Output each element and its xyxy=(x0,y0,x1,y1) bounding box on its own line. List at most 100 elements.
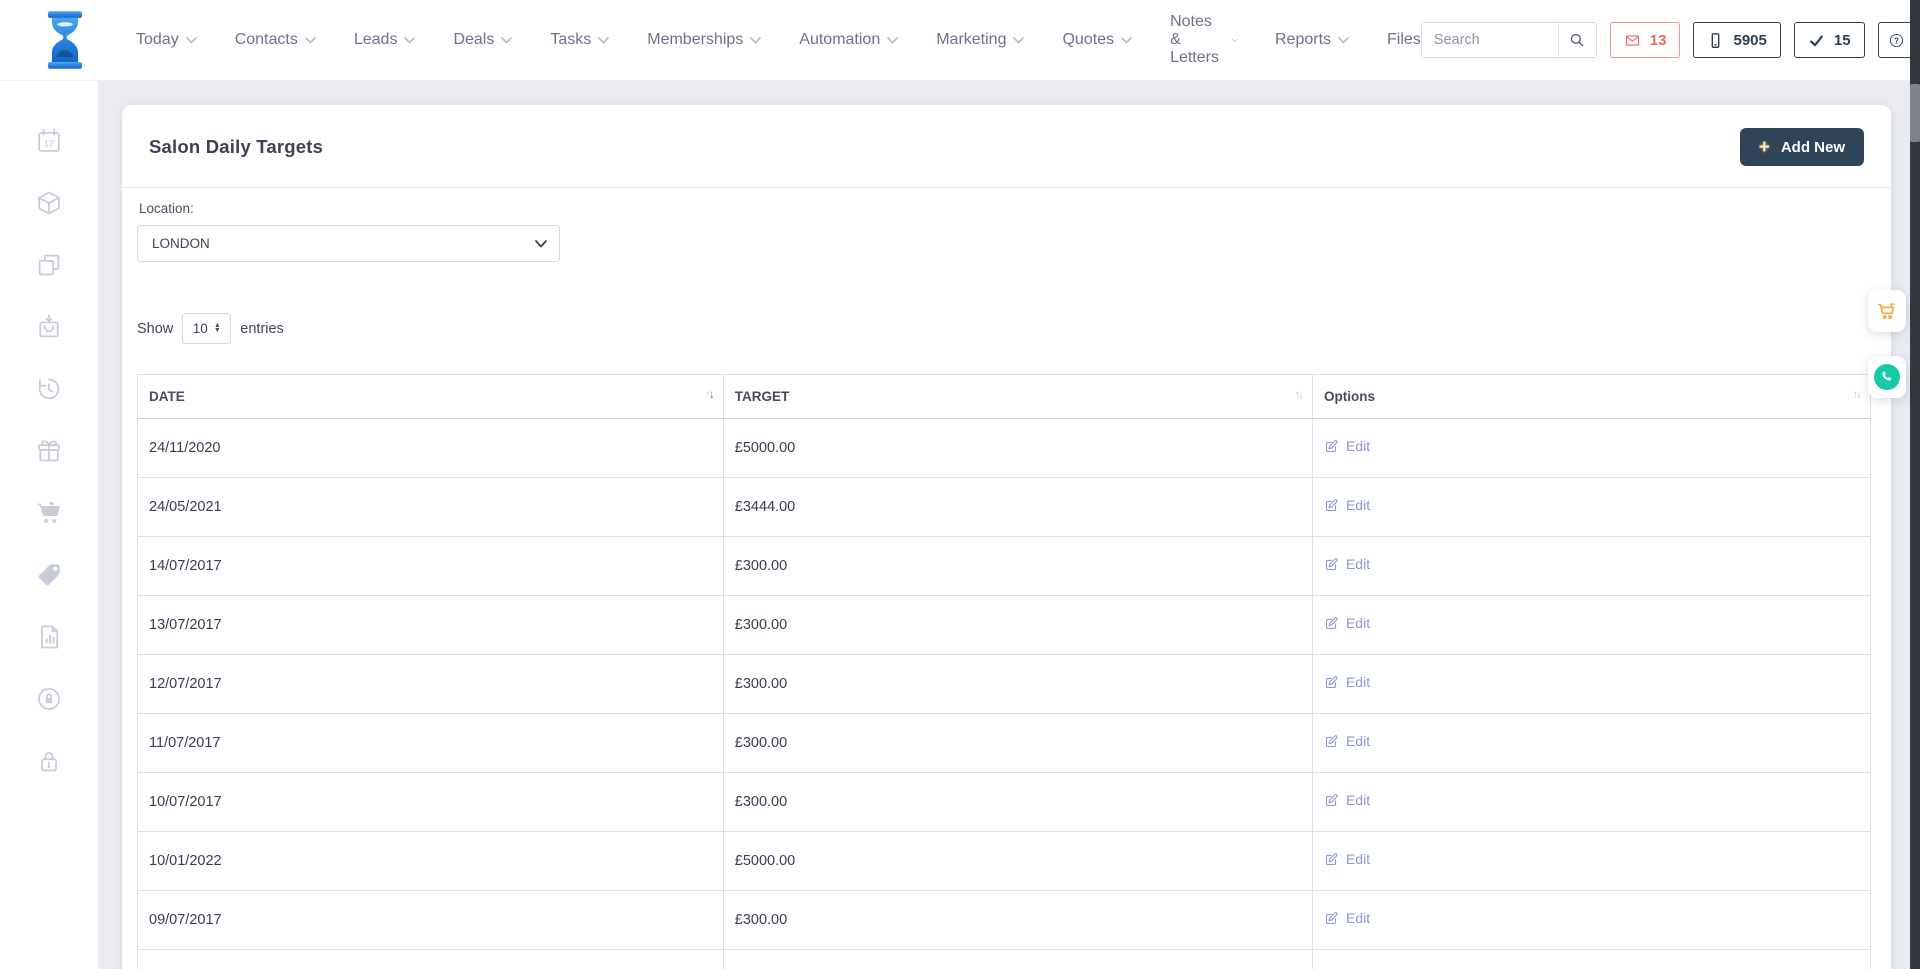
page-title: Salon Daily Targets xyxy=(149,136,323,158)
target-cell: £5000.00 xyxy=(723,950,1312,969)
edit-link[interactable]: Edit xyxy=(1324,556,1370,572)
options-cell: Edit xyxy=(1312,419,1870,478)
nav-item-tasks[interactable]: Tasks xyxy=(550,31,609,49)
tasks-badge[interactable]: 15 xyxy=(1794,22,1865,58)
targets-table-body: 24/11/2020 £5000.00 Edit 24/05/2021 £344… xyxy=(138,419,1871,969)
app-logo-icon xyxy=(44,10,86,70)
date-cell: 10/07/2017 xyxy=(138,773,724,832)
chevron-down-icon xyxy=(186,37,197,44)
table-row: 24/11/2020 £5000.00 Edit xyxy=(138,419,1871,478)
package-icon[interactable] xyxy=(35,189,63,217)
column-header-date[interactable]: DATE ↑↓ xyxy=(138,375,724,419)
account-lock-icon[interactable] xyxy=(35,685,63,713)
edit-link[interactable]: Edit xyxy=(1324,615,1370,631)
shopping-bag-icon[interactable] xyxy=(35,313,63,341)
chevron-down-icon xyxy=(1338,37,1349,44)
mail-badge[interactable]: 13 xyxy=(1610,22,1681,58)
location-select-wrap: LONDON xyxy=(137,225,560,262)
edit-icon xyxy=(1324,793,1339,808)
cart-icon[interactable] xyxy=(35,499,63,527)
edit-link[interactable]: Edit xyxy=(1324,733,1370,749)
nav-item-leads[interactable]: Leads xyxy=(354,31,416,49)
page-scrollbar[interactable] xyxy=(1910,0,1920,969)
nav-item-notes-letters[interactable]: Notes & Letters xyxy=(1170,13,1237,67)
date-cell: 12/07/2017 xyxy=(138,655,724,714)
cart-icon xyxy=(1876,300,1898,322)
svg-text:12: 12 xyxy=(44,138,54,148)
calendar-icon[interactable]: 12 xyxy=(35,127,63,155)
mail-icon xyxy=(1624,32,1641,49)
nav-item-files[interactable]: Files xyxy=(1387,31,1421,49)
options-cell: Edit xyxy=(1312,950,1870,969)
target-cell: £300.00 xyxy=(723,596,1312,655)
column-header-options[interactable]: Options ↑↓ xyxy=(1312,375,1870,419)
copy-icon[interactable] xyxy=(35,251,63,279)
nav-item-memberships[interactable]: Memberships xyxy=(647,31,761,49)
top-header: Today Contacts Leads Deals Tasks Members… xyxy=(0,0,1910,81)
edit-link[interactable]: Edit xyxy=(1324,438,1370,454)
svg-text:?: ? xyxy=(1894,36,1899,45)
date-cell: 24/11/2020 xyxy=(138,419,724,478)
nav-item-contacts[interactable]: Contacts xyxy=(235,31,316,49)
add-new-button[interactable]: + Add New xyxy=(1740,128,1864,166)
tag-icon[interactable] xyxy=(35,561,63,589)
header-actions: 13 5905 15 ? LONDON SUPPORT xyxy=(1421,18,1920,62)
chevron-down-icon xyxy=(305,37,316,44)
phone-badge[interactable]: 5905 xyxy=(1693,22,1780,58)
nav-item-automation[interactable]: Automation xyxy=(799,31,898,49)
nav-item-reports[interactable]: Reports xyxy=(1275,31,1349,49)
search-input[interactable] xyxy=(1422,23,1558,57)
scrollbar-thumb[interactable] xyxy=(1910,84,1920,142)
edit-link[interactable]: Edit xyxy=(1324,910,1370,926)
target-cell: £3444.00 xyxy=(723,478,1312,537)
options-cell: Edit xyxy=(1312,832,1870,891)
edit-link[interactable]: Edit xyxy=(1324,497,1370,513)
phone-icon xyxy=(1874,364,1900,390)
edit-icon xyxy=(1324,439,1339,454)
mail-count: 13 xyxy=(1650,32,1667,49)
table-row: 12/07/2017 £300.00 Edit xyxy=(138,655,1871,714)
nav-item-today[interactable]: Today xyxy=(136,31,197,49)
table-row: 10/07/2017 £300.00 Edit xyxy=(138,773,1871,832)
table-row: 24/05/2021 £3444.00 Edit xyxy=(138,478,1871,537)
gift-icon[interactable] xyxy=(35,437,63,465)
edit-link[interactable]: Edit xyxy=(1324,674,1370,690)
help-icon: ? xyxy=(1888,32,1905,49)
chevron-down-icon xyxy=(501,37,512,44)
lock-icon[interactable] xyxy=(35,747,63,775)
floating-cart-button[interactable] xyxy=(1868,290,1906,332)
column-header-target[interactable]: TARGET ↑↓ xyxy=(723,375,1312,419)
edit-icon xyxy=(1324,616,1339,631)
floating-phone-button[interactable] xyxy=(1868,356,1906,398)
date-cell: 24/05/2021 xyxy=(138,478,724,537)
entries-select[interactable]: 10 ▲▼ xyxy=(182,313,231,344)
nav-item-deals[interactable]: Deals xyxy=(453,31,512,49)
salon-daily-targets-card: Salon Daily Targets + Add New Location: … xyxy=(122,105,1891,969)
target-cell: £300.00 xyxy=(723,714,1312,773)
edit-icon xyxy=(1324,675,1339,690)
report-icon[interactable] xyxy=(35,623,63,651)
date-cell: 14/07/2017 xyxy=(138,537,724,596)
edit-link[interactable]: Edit xyxy=(1324,851,1370,867)
history-icon[interactable] xyxy=(35,375,63,403)
edit-link[interactable]: Edit xyxy=(1324,792,1370,808)
chevron-down-icon xyxy=(598,37,609,44)
date-cell: 11/07/2017 xyxy=(138,714,724,773)
location-select[interactable]: LONDON xyxy=(137,225,560,262)
table-row: 09/07/2017 £300.00 Edit xyxy=(138,891,1871,950)
search-button[interactable] xyxy=(1558,23,1596,57)
target-cell: £300.00 xyxy=(723,891,1312,950)
table-row: 11/07/2017 £300.00 Edit xyxy=(138,714,1871,773)
date-cell: 10/01/2022 xyxy=(138,832,724,891)
chevron-down-icon xyxy=(750,37,761,44)
entries-length-control: Show 10 ▲▼ entries xyxy=(137,313,1871,344)
chevron-down-icon xyxy=(1232,37,1237,44)
nav-item-marketing[interactable]: Marketing xyxy=(936,31,1024,49)
entries-label: entries xyxy=(240,321,284,337)
chevron-down-icon xyxy=(1013,37,1024,44)
sort-icon: ↑↓ xyxy=(1853,389,1861,401)
help-badge[interactable]: ? xyxy=(1878,22,1915,58)
show-label: Show xyxy=(137,321,173,337)
nav-item-quotes[interactable]: Quotes xyxy=(1062,31,1132,49)
chevron-down-icon xyxy=(887,37,898,44)
